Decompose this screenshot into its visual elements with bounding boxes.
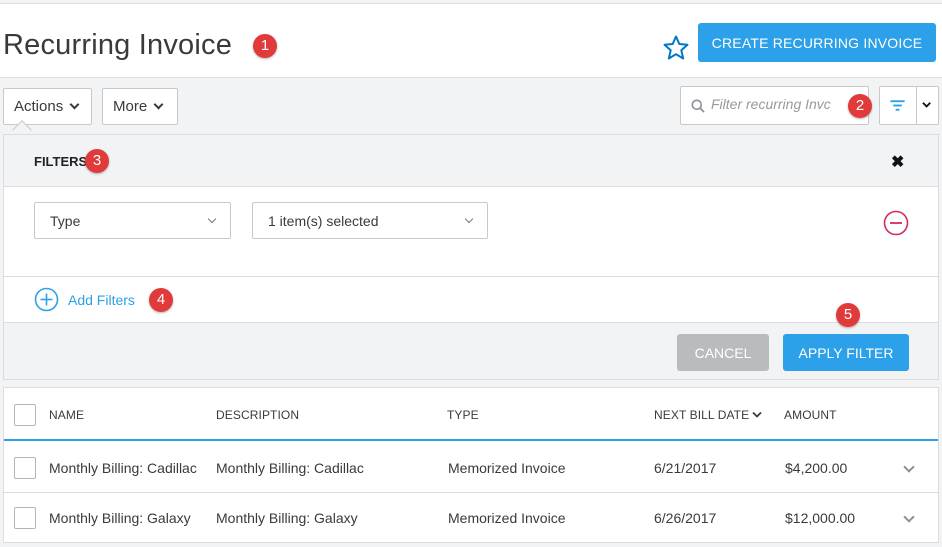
filter-panel: FILTERS 3 ✖ Type 1 item(s) selected Add … bbox=[3, 134, 939, 380]
add-filters-row[interactable]: Add Filters 4 bbox=[4, 277, 938, 323]
close-icon[interactable]: ✖ bbox=[891, 152, 904, 172]
annotation-badge-2: 2 bbox=[848, 94, 872, 118]
filter-field-select[interactable]: Type bbox=[34, 202, 231, 239]
filter-field-value: Type bbox=[50, 212, 81, 229]
column-header-name[interactable]: NAME bbox=[49, 408, 84, 422]
more-label: More bbox=[113, 98, 148, 115]
chevron-down-icon bbox=[207, 214, 217, 223]
chevron-down-icon bbox=[464, 214, 474, 223]
chevron-down-icon[interactable] bbox=[903, 461, 915, 473]
filter-button[interactable] bbox=[879, 86, 917, 125]
filters-title: FILTERS bbox=[34, 154, 88, 169]
chevron-down-icon bbox=[153, 99, 164, 110]
search-icon bbox=[691, 99, 705, 113]
cell-type: Memorized Invoice bbox=[448, 510, 566, 526]
filter-options-dropdown[interactable] bbox=[916, 86, 939, 125]
star-icon[interactable] bbox=[662, 34, 690, 62]
recurring-invoice-table: NAME DESCRIPTION TYPE NEXT BILL DATE AMO… bbox=[3, 387, 939, 543]
cell-name: Monthly Billing: Galaxy bbox=[49, 510, 191, 526]
toolbar: Actions More 2 bbox=[0, 78, 942, 140]
more-dropdown[interactable]: More bbox=[102, 88, 178, 125]
filter-icon bbox=[890, 100, 905, 111]
add-circle-icon[interactable] bbox=[34, 287, 59, 312]
row-checkbox[interactable] bbox=[14, 507, 36, 529]
annotation-badge-3: 3 bbox=[85, 149, 109, 173]
chevron-down-icon bbox=[922, 102, 931, 108]
actions-dropdown[interactable]: Actions bbox=[3, 88, 92, 125]
sort-chevron-icon[interactable] bbox=[751, 410, 763, 420]
filter-value-text: 1 item(s) selected bbox=[268, 212, 379, 229]
page-title: Recurring Invoice bbox=[3, 29, 233, 61]
cell-next-bill-date: 6/26/2017 bbox=[654, 510, 717, 526]
cell-type: Memorized Invoice bbox=[448, 460, 566, 476]
annotation-badge-5: 5 bbox=[836, 303, 860, 327]
actions-label: Actions bbox=[14, 98, 64, 115]
search-input[interactable] bbox=[711, 96, 839, 112]
remove-circle-icon[interactable] bbox=[883, 210, 909, 236]
filter-value-select[interactable]: 1 item(s) selected bbox=[252, 202, 488, 239]
search-field[interactable] bbox=[680, 86, 869, 125]
column-header-next-bill-date[interactable]: NEXT BILL DATE bbox=[654, 408, 749, 422]
row-checkbox[interactable] bbox=[14, 457, 36, 479]
filter-panel-header: FILTERS 3 ✖ bbox=[4, 135, 938, 187]
cell-name: Monthly Billing: Cadillac bbox=[49, 460, 197, 476]
cell-amount: $12,000.00 bbox=[785, 510, 856, 526]
table-row[interactable]: Monthly Billing: Cadillac Monthly Billin… bbox=[4, 443, 938, 493]
filter-row: Type 1 item(s) selected bbox=[4, 187, 938, 277]
apply-filter-button[interactable]: APPLY FILTER bbox=[783, 334, 909, 371]
chevron-down-icon[interactable] bbox=[903, 511, 915, 523]
cell-description: Monthly Billing: Cadillac bbox=[216, 460, 364, 476]
annotation-badge-4: 4 bbox=[149, 288, 173, 312]
cancel-button[interactable]: CANCEL bbox=[677, 334, 769, 371]
chevron-down-icon bbox=[69, 99, 80, 110]
column-header-type[interactable]: TYPE bbox=[447, 408, 479, 422]
cell-next-bill-date: 6/21/2017 bbox=[654, 460, 717, 476]
select-all-checkbox[interactable] bbox=[14, 404, 36, 426]
add-filters-link[interactable]: Add Filters bbox=[68, 292, 135, 308]
recurring-invoice-page: Recurring Invoice 1 CREATE RECURRING INV… bbox=[0, 0, 942, 547]
column-header-description[interactable]: DESCRIPTION bbox=[216, 408, 299, 422]
page-header: Recurring Invoice 1 CREATE RECURRING INV… bbox=[0, 4, 942, 78]
cell-description: Monthly Billing: Galaxy bbox=[216, 510, 358, 526]
create-recurring-invoice-button[interactable]: CREATE RECURRING INVOICE bbox=[698, 23, 936, 62]
table-header: NAME DESCRIPTION TYPE NEXT BILL DATE AMO… bbox=[4, 388, 938, 441]
table-row[interactable]: Monthly Billing: Galaxy Monthly Billing:… bbox=[4, 493, 938, 543]
annotation-badge-1: 1 bbox=[253, 34, 277, 58]
cell-amount: $4,200.00 bbox=[785, 460, 848, 476]
column-header-amount[interactable]: AMOUNT bbox=[784, 408, 837, 422]
